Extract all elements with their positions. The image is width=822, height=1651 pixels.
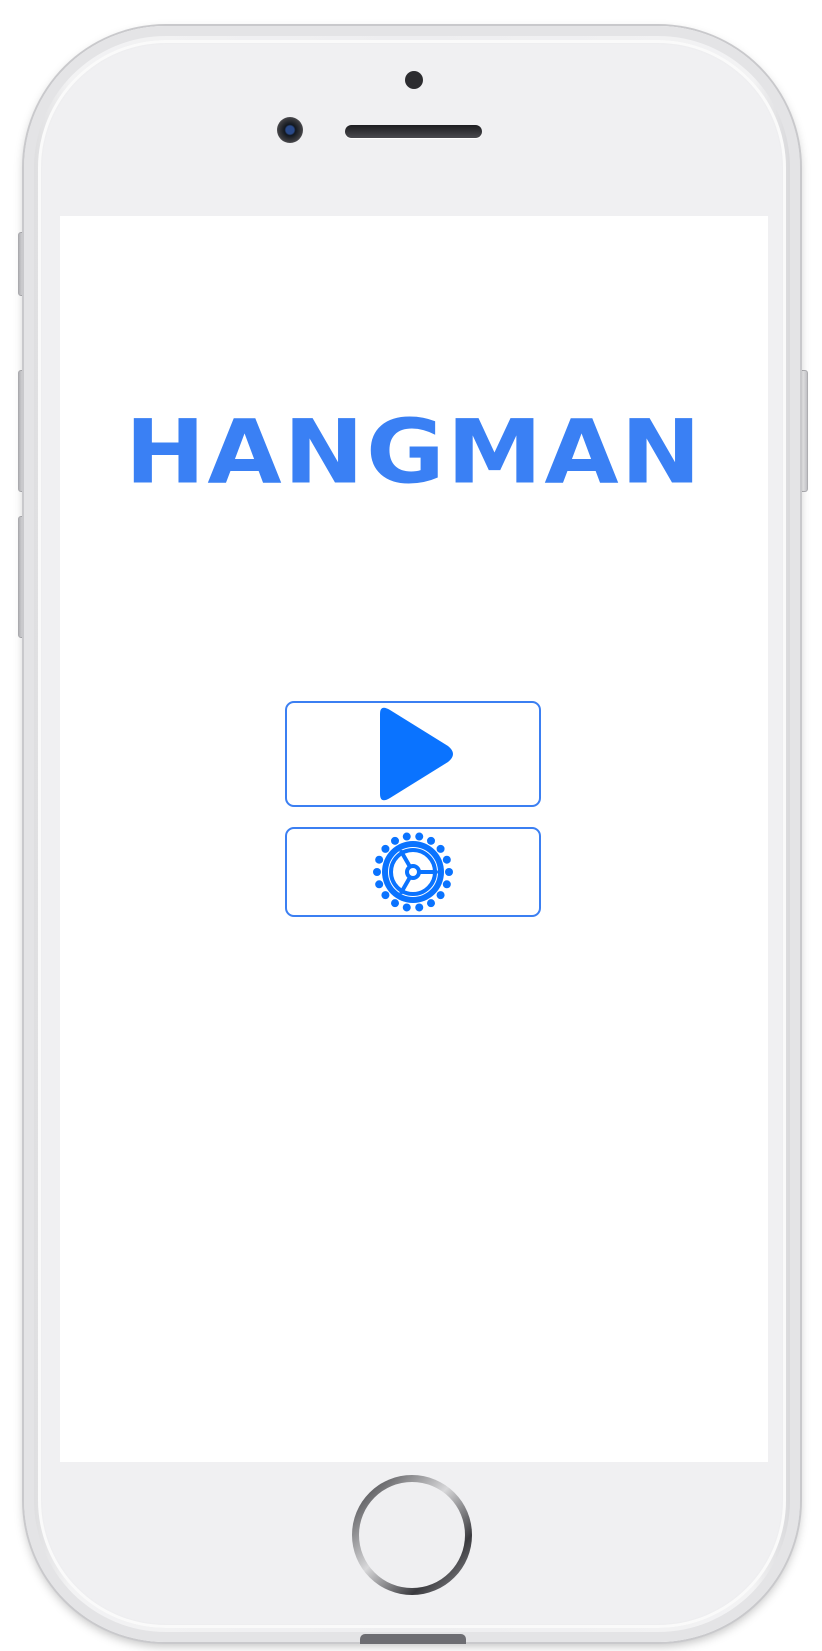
earpiece-speaker bbox=[345, 125, 482, 138]
gear-icon bbox=[370, 829, 456, 915]
gear-tooth bbox=[391, 836, 399, 845]
gear-tooth bbox=[427, 836, 435, 845]
app-title: HANGMAN bbox=[125, 400, 703, 504]
gear-tooth bbox=[375, 880, 384, 889]
settings-button[interactable] bbox=[285, 827, 541, 917]
gear-tooth bbox=[402, 832, 411, 841]
gear-tooth bbox=[375, 855, 384, 864]
gear-tooth bbox=[442, 855, 451, 864]
proximity-sensor bbox=[405, 71, 423, 89]
gear-tooth bbox=[427, 899, 435, 908]
gear-tooth bbox=[436, 844, 445, 853]
app-screen: HANGMAN bbox=[60, 216, 768, 1462]
lightning-port bbox=[360, 1634, 466, 1644]
gear-tooth bbox=[436, 891, 445, 900]
front-camera-icon bbox=[277, 117, 303, 143]
gear-tooth bbox=[402, 903, 411, 912]
play-button[interactable] bbox=[285, 701, 541, 807]
gear-tooth bbox=[381, 844, 390, 853]
gear-tooth bbox=[391, 899, 399, 908]
gear-tooth bbox=[415, 903, 424, 912]
play-icon bbox=[368, 706, 458, 802]
gear-tooth bbox=[373, 868, 381, 876]
gear-tooth bbox=[442, 880, 451, 889]
device-frame: HANGMAN bbox=[0, 0, 822, 1651]
gear-tooth bbox=[415, 832, 424, 841]
home-button[interactable] bbox=[352, 1475, 472, 1595]
gear-tooth bbox=[445, 868, 453, 876]
gear-tooth bbox=[381, 891, 390, 900]
